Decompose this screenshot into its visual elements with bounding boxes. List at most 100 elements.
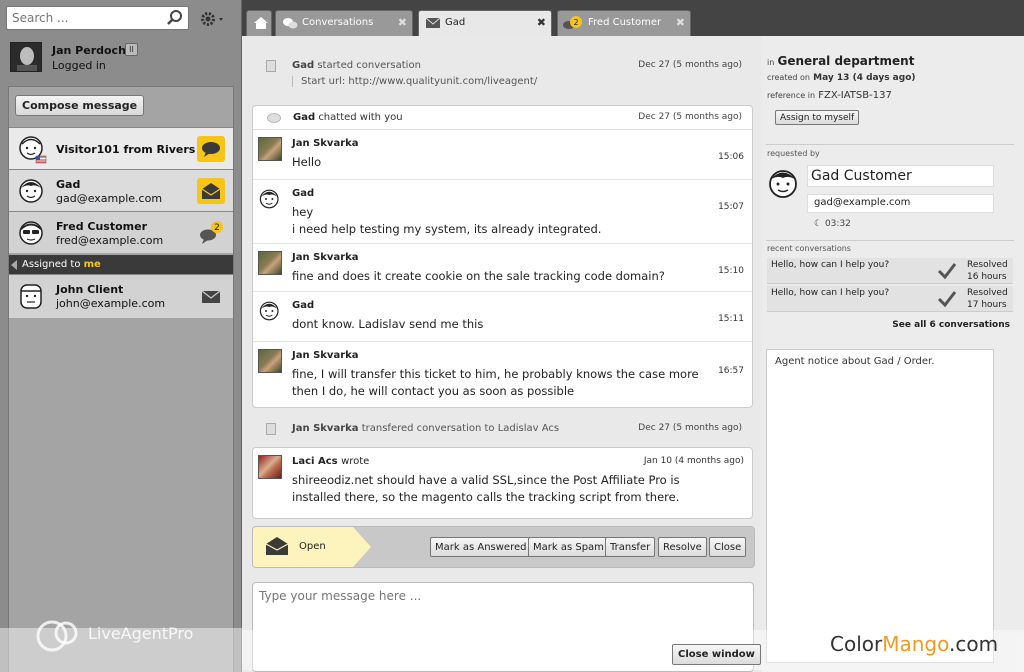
chat-message: Gad hey i need help testing my system, i… [253, 180, 752, 244]
message-author: Jan Skvarka [292, 252, 359, 263]
customer-face-icon [769, 170, 797, 198]
conversation-name: Gad [56, 178, 81, 191]
conversation-list: Compose message Visitor101 from Rivers G… [8, 86, 234, 672]
agent-notice[interactable]: Agent notice about Gad / Order. [766, 349, 994, 663]
client-face-icon [20, 284, 42, 309]
compose-message-button[interactable]: Compose message [15, 95, 145, 116]
checkmark-icon [937, 263, 957, 280]
conversation-name: Fred Customer [56, 220, 148, 233]
left-panel: Jan Perdoch II Logged in Compose message… [0, 0, 242, 672]
assign-to-myself-button[interactable]: Assign to myself [775, 110, 860, 125]
message-text: fine, I will transfer this ticket to him… [292, 367, 699, 381]
details-panel: in General department created on May 13 … [762, 36, 1024, 672]
message-text: dont know. Ladislav send me this [292, 317, 484, 331]
conversation-email: gad@example.com [56, 192, 163, 205]
avatar [10, 42, 42, 72]
collapse-triangle-icon[interactable] [11, 260, 17, 270]
recent-status: Resolved [967, 288, 1008, 298]
list-item[interactable]: Gad gad@example.com [9, 169, 233, 211]
search-box [6, 6, 189, 30]
recent-conversation-row[interactable]: Hello, how can I help you? Resolved 16 h… [767, 258, 1013, 284]
message-author: Gad [292, 188, 315, 199]
message-time: 15:06 [718, 152, 744, 162]
resolve-button[interactable]: Resolve [658, 537, 707, 557]
start-url[interactable]: Start url: http://www.qualityunit.com/li… [292, 76, 537, 87]
checkmark-icon [937, 291, 957, 308]
agent-avatar [258, 251, 282, 275]
status-text: Open [299, 541, 326, 552]
tab-conversations[interactable]: Conversations ✖ [275, 10, 413, 36]
event-started: Gad started conversation Dec 27 (5 month… [252, 56, 752, 94]
message-author: Jan Skvarka [292, 350, 359, 361]
envelope-icon[interactable] [197, 283, 225, 309]
envelope-open-icon[interactable] [197, 178, 225, 204]
chat-header: Gad chatted with you Dec 27 (5 months ag… [253, 106, 752, 130]
chat-bubble-icon [267, 113, 281, 123]
chat-message: Gad dont know. Ladislav send me this 15:… [253, 292, 752, 342]
tab-gad[interactable]: Gad ✖ [418, 10, 552, 37]
tab-label: Conversations [302, 17, 374, 28]
conversation-view: Gad started conversation Dec 27 (5 month… [242, 36, 762, 672]
close-window-button[interactable]: Close window [672, 644, 761, 665]
recent-status: Resolved [967, 260, 1008, 270]
recent-text: Hello, how can I help you? [771, 260, 890, 270]
reference-value: FZX-IATSB-137 [818, 90, 892, 101]
event-text: started conversation [317, 60, 421, 71]
email-message: Laci Acs wrote shireeodiz.net should hav… [252, 447, 753, 519]
close-icon[interactable]: ✖ [537, 11, 546, 35]
message-time: 16:57 [718, 366, 744, 376]
recent-ago: 16 hours [967, 272, 1007, 282]
chat-message: Jan Skvarka fine and does it create cook… [253, 244, 752, 292]
department-name: General department [777, 54, 915, 68]
search-input[interactable] [7, 7, 157, 29]
mark-as-answered-button[interactable]: Mark as Answered [430, 537, 532, 557]
close-icon[interactable]: ✖ [676, 11, 685, 35]
transfer-button[interactable]: Transfer [605, 537, 656, 557]
message-text: shireeodiz.net should have a valid SSL,s… [292, 473, 680, 487]
chat-bubble-icon[interactable] [197, 136, 225, 162]
list-item[interactable]: Visitor101 from Rivers [9, 127, 233, 169]
agent-avatar [258, 349, 282, 373]
assigned-header: Assigned to me [9, 255, 233, 274]
conversation-name: John Client [56, 283, 124, 296]
customer-email[interactable]: gad@example.com [807, 194, 994, 213]
tab-home[interactable] [246, 10, 272, 36]
divider [766, 144, 1014, 145]
chat-badge-icon[interactable]: 2 [197, 220, 225, 246]
message-text: installed there, so the magento calls th… [292, 490, 680, 504]
search-icon[interactable] [166, 9, 184, 27]
message-author: Jan Skvarka [292, 138, 359, 149]
conversation-email: fred@example.com [56, 234, 164, 247]
agent-avatar [258, 455, 282, 479]
message-text: then I do, he will contact you as soon a… [292, 384, 575, 398]
user-status: Logged in [52, 59, 106, 72]
ticket-actions-bar: Open Mark as Answered Mark as Spam Trans… [252, 526, 755, 568]
event-text: transfered conversation to Ladislav Acs [361, 423, 560, 434]
mark-as-spam-button[interactable]: Mark as Spam [528, 537, 609, 557]
liveagent-logo-icon [36, 620, 78, 652]
tab-fred-customer[interactable]: 2 Fred Customer ✖ [557, 10, 691, 36]
recent-conversation-row[interactable]: Hello, how can I help you? Resolved 17 h… [767, 286, 1013, 312]
message-author: Gad [292, 300, 315, 311]
message-time: 15:11 [718, 314, 744, 324]
gear-icon[interactable] [200, 10, 226, 28]
customer-face-icon [19, 179, 43, 203]
chat-author: Gad [293, 112, 316, 123]
see-all-conversations-link[interactable]: See all 6 conversations [892, 320, 1010, 330]
customer-name[interactable]: Gad Customer [807, 165, 994, 187]
agent-notice-text: Agent notice about Gad / Order. [775, 356, 935, 367]
chat-text: chatted with you [318, 112, 403, 123]
message-date: Jan 10 (4 months ago) [643, 456, 744, 466]
list-item[interactable]: John Client john@example.com [9, 274, 233, 318]
colormango-watermark: ColorMango.com [830, 632, 998, 656]
conversation-email: john@example.com [56, 297, 166, 310]
list-item[interactable]: Fred Customer fred@example.com 2 [9, 211, 233, 253]
close-button[interactable]: Close [709, 537, 747, 557]
tab-label: Gad [445, 17, 466, 28]
message-input[interactable] [259, 589, 749, 629]
user-photo-icon [11, 43, 41, 71]
pause-button[interactable]: II [125, 43, 138, 56]
document-icon [266, 60, 276, 72]
close-icon[interactable]: ✖ [398, 11, 407, 35]
recent-text: Hello, how can I help you? [771, 288, 890, 298]
